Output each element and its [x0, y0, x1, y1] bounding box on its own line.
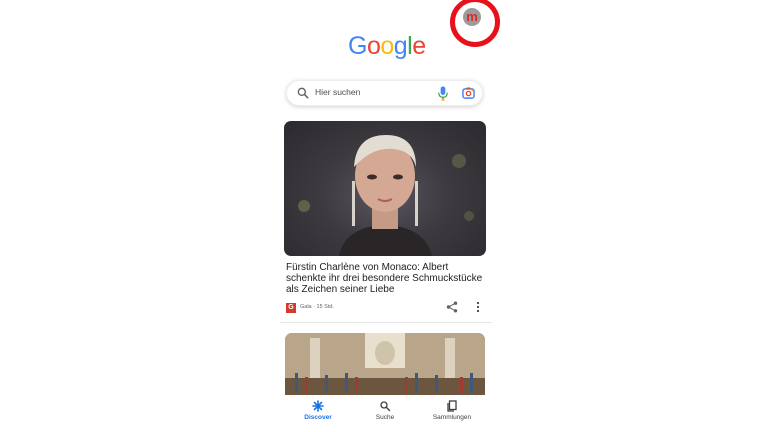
nav-collections-label: Sammlungen: [432, 414, 472, 421]
portrait-illustration: [298, 135, 474, 256]
logo-letter: g: [393, 32, 408, 60]
mic-icon[interactable]: [437, 86, 449, 101]
article-image[interactable]: [284, 121, 486, 256]
article-image-2[interactable]: [285, 333, 485, 403]
collections-icon: [447, 400, 457, 412]
nav-search-label: Suche: [375, 414, 395, 421]
article-source: Gala · 15 Std.: [300, 304, 334, 310]
bottom-navigation: Discover Suche Sammlungen: [280, 395, 490, 432]
asterisk-icon: [312, 400, 324, 412]
logo-letter: o: [366, 32, 381, 60]
avatar-letter: m: [466, 9, 478, 24]
nav-collections[interactable]: Sammlungen: [417, 395, 487, 421]
search-placeholder: Hier suchen: [315, 87, 361, 97]
more-options-icon[interactable]: [474, 301, 482, 313]
gala-logo: G: [286, 303, 296, 313]
logo-letter: G: [348, 32, 367, 60]
card-divider: [280, 322, 492, 323]
search-bar[interactable]: Hier suchen: [286, 80, 483, 106]
nav-discover[interactable]: Discover: [283, 395, 353, 421]
lens-icon[interactable]: [462, 87, 475, 100]
logo-letter: o: [380, 32, 394, 60]
hall-illustration: [285, 333, 485, 403]
nav-search[interactable]: Suche: [350, 395, 420, 421]
google-logo: Google: [348, 31, 426, 61]
nav-discover-label: Discover: [304, 414, 332, 421]
article-headline[interactable]: Fürstin Charlène von Monaco: Albert sche…: [286, 262, 486, 295]
account-avatar[interactable]: m: [463, 8, 481, 26]
share-icon[interactable]: [446, 301, 458, 313]
search-icon: [297, 87, 309, 99]
logo-letter: e: [412, 32, 426, 60]
search-icon: [380, 401, 391, 412]
